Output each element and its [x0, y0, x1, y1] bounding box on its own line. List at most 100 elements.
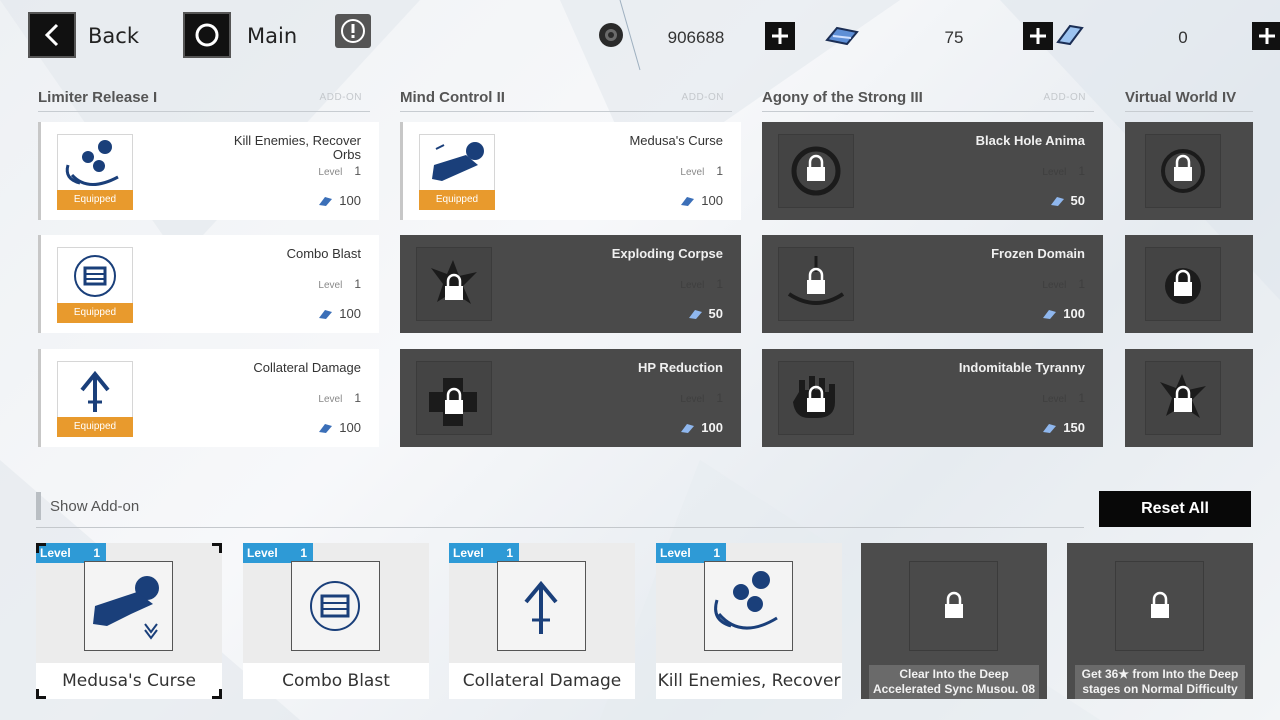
- equipped-badge: Equipped: [57, 303, 133, 323]
- slot-level-tab: Level 1: [449, 543, 519, 563]
- skill-name: Kill Enemies, Recover Orbs: [233, 133, 361, 162]
- skill-card-hp-reduction[interactable]: HP Reduction Level 1 100: [400, 349, 741, 447]
- add-currency-button[interactable]: [765, 22, 795, 50]
- skill-name: Black Hole Anima: [975, 133, 1085, 148]
- add-currency-button[interactable]: [1252, 22, 1280, 50]
- lock-icon: [778, 247, 854, 321]
- selection-corner: [212, 689, 222, 699]
- skill-card-virtual-world-1[interactable]: [1125, 122, 1253, 220]
- selection-corner: [212, 543, 222, 553]
- circle-icon: [195, 23, 219, 47]
- skill-card-virtual-world-3[interactable]: [1125, 349, 1253, 447]
- skill-name: Exploding Corpse: [611, 246, 723, 261]
- column-title: Mind Control II: [400, 89, 505, 106]
- slot-level-tab: Level 1: [243, 543, 313, 563]
- main-button[interactable]: [183, 12, 231, 58]
- equip-slot-3[interactable]: Level 1 Collateral Damage: [449, 543, 635, 699]
- column-header-agony: Agony of the Strong III ADD-ON: [762, 86, 1094, 112]
- equipped-badge: Equipped: [57, 417, 133, 437]
- skill-card-black-hole-anima[interactable]: Black Hole Anima Level 1 50: [762, 122, 1103, 220]
- skill-card-combo-blast[interactable]: Equipped Combo Blast Level 1 100: [38, 235, 379, 333]
- addon-tag: ADD-ON: [319, 92, 362, 103]
- column-header-limiter-release: Limiter Release I ADD-ON: [38, 86, 370, 112]
- add-currency-button[interactable]: [1023, 22, 1053, 50]
- skill-card-virtual-world-2[interactable]: [1125, 235, 1253, 333]
- top-bar: Back Main 906688 75 0: [28, 12, 1280, 60]
- unlock-requirement: Clear Into the Deep Accelerated Sync Mus…: [869, 665, 1039, 699]
- orbs-icon: [704, 561, 793, 651]
- skill-card-frozen-domain[interactable]: Frozen Domain Level 1 100: [762, 235, 1103, 333]
- skill-cost: 50: [687, 306, 723, 321]
- gear-coin-icon: [599, 23, 623, 47]
- lock-icon: [416, 361, 492, 435]
- skill-card-exploding-corpse[interactable]: Exploding Corpse Level 1 50: [400, 235, 741, 333]
- crouching-figure-icon: [84, 561, 173, 651]
- show-addon-toggle[interactable]: Show Add-on: [36, 492, 1084, 528]
- slot-skill-name: Combo Blast: [243, 663, 429, 699]
- currency-gear: 906688: [596, 18, 816, 54]
- column-header-virtual-world: Virtual World IV: [1125, 86, 1253, 112]
- skill-level: Level 1: [680, 391, 723, 405]
- skill-cost: 100: [1041, 306, 1085, 321]
- lock-icon: [909, 561, 998, 651]
- skill-name: Combo Blast: [286, 246, 361, 261]
- skill-cost: 100: [679, 420, 723, 435]
- currency-value: 906688: [667, 28, 725, 47]
- equipped-badge: Equipped: [57, 190, 133, 210]
- lock-icon: [416, 247, 492, 321]
- slot-level-tab: Level 1: [36, 543, 106, 563]
- skill-name: Collateral Damage: [253, 360, 361, 375]
- blue-chip-icon: [688, 309, 702, 319]
- slot-skill-name: Medusa's Curse: [36, 663, 222, 699]
- equipped-badge: Equipped: [419, 190, 495, 210]
- equip-slot-2[interactable]: Level 1 Combo Blast: [243, 543, 429, 699]
- skill-level: Level 1: [1042, 277, 1085, 291]
- skill-level: Level 1: [680, 277, 723, 291]
- blue-chip-icon: [681, 423, 695, 433]
- skill-level: Level 1: [1042, 391, 1085, 405]
- skill-card-collateral-damage[interactable]: Equipped Collateral Damage Level 1 100: [38, 349, 379, 447]
- reset-all-button[interactable]: Reset All: [1099, 491, 1251, 527]
- equip-slot-locked-2[interactable]: Get 36★ from Into the Deep stages on Nor…: [1067, 543, 1253, 699]
- skill-cost: 100: [679, 193, 723, 208]
- back-label[interactable]: Back: [88, 24, 139, 48]
- lock-icon: [1115, 561, 1204, 651]
- equip-slot-1[interactable]: Level 1 Medusa's Curse: [36, 543, 222, 699]
- info-button[interactable]: [335, 14, 371, 48]
- lock-icon: [778, 361, 854, 435]
- skill-card-medusas-curse[interactable]: Equipped Medusa's Curse Level 1 100: [400, 122, 741, 220]
- equip-slot-locked-1[interactable]: Clear Into the Deep Accelerated Sync Mus…: [861, 543, 1047, 699]
- main-label[interactable]: Main: [247, 24, 297, 48]
- currency-chip: 75: [823, 18, 1053, 54]
- back-button[interactable]: [28, 12, 76, 58]
- blue-chip-icon: [1043, 423, 1057, 433]
- slot-level-tab: Level 1: [656, 543, 726, 563]
- blue-chip-icon: [319, 309, 333, 319]
- blue-chip-icon: [319, 423, 333, 433]
- plus-icon: [1259, 28, 1275, 44]
- selection-corner: [36, 543, 46, 553]
- addon-tag: ADD-ON: [681, 92, 724, 103]
- blue-card-icon: [1056, 24, 1084, 46]
- lock-icon: [1145, 134, 1221, 208]
- blue-chip-icon: [319, 196, 333, 206]
- chevron-left-icon: [44, 23, 59, 47]
- lock-icon: [778, 134, 854, 208]
- skill-card-kill-enemies[interactable]: Equipped Kill Enemies, Recover Orbs Leve…: [38, 122, 379, 220]
- skill-level: Level 1: [680, 164, 723, 178]
- selection-corner: [36, 689, 46, 699]
- skill-card-indomitable-tyranny[interactable]: Indomitable Tyranny Level 1 150: [762, 349, 1103, 447]
- currency-value: 75: [944, 28, 964, 47]
- skill-name: Medusa's Curse: [629, 133, 723, 148]
- equip-slot-4[interactable]: Level 1 Kill Enemies, Recover: [656, 543, 842, 699]
- slot-skill-name: Collateral Damage: [449, 663, 635, 699]
- skill-cost: 50: [1049, 193, 1085, 208]
- blue-chip-icon: [825, 26, 859, 46]
- skill-cost: 100: [317, 420, 361, 435]
- column-title: Limiter Release I: [38, 89, 158, 106]
- column-title: Virtual World IV: [1125, 89, 1237, 106]
- plus-icon: [1030, 28, 1046, 44]
- column-title: Agony of the Strong III: [762, 89, 923, 106]
- exclamation-icon: [341, 19, 365, 43]
- skill-level: Level 1: [318, 277, 361, 291]
